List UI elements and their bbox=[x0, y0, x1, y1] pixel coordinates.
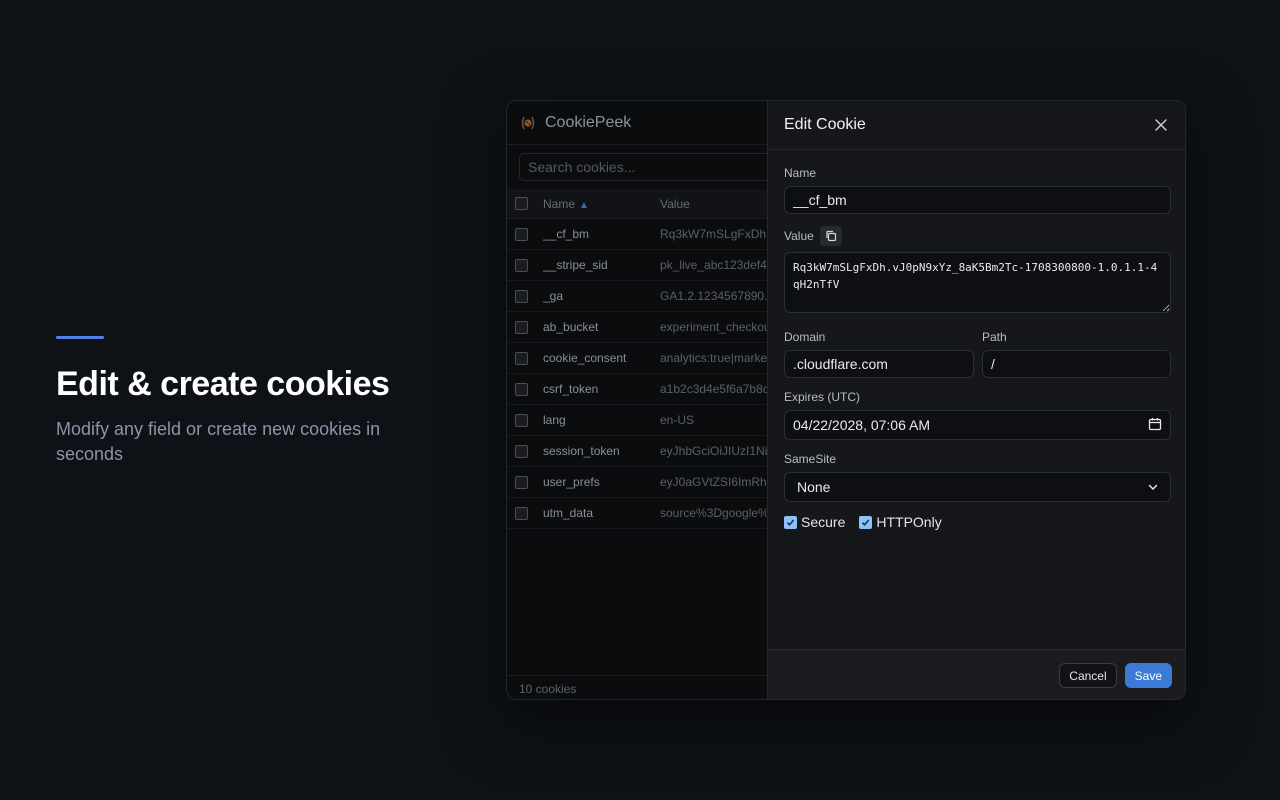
domain-field-group: Domain bbox=[784, 330, 974, 378]
domain-label: Domain bbox=[784, 330, 826, 344]
path-input[interactable] bbox=[982, 350, 1171, 378]
row-checkbox[interactable] bbox=[515, 444, 528, 458]
secure-checkbox[interactable] bbox=[784, 515, 797, 529]
drawer-header: Edit Cookie bbox=[768, 101, 1185, 150]
cookie-name-cell: ab_bucket bbox=[543, 320, 599, 334]
name-input[interactable] bbox=[784, 186, 1171, 214]
row-checkbox[interactable] bbox=[515, 382, 528, 396]
select-all-checkbox[interactable] bbox=[515, 197, 528, 210]
calendar-icon[interactable] bbox=[1148, 417, 1162, 434]
checkmark-icon bbox=[862, 519, 870, 526]
hero-section: Edit & create cookies Modify any field o… bbox=[56, 336, 436, 467]
name-label-text: Name bbox=[784, 166, 817, 180]
hero-subtitle: Modify any field or create new cookies i… bbox=[56, 419, 381, 464]
drawer-footer: Cancel Save bbox=[768, 649, 1185, 699]
cookie-name-cell: _ga bbox=[543, 289, 564, 303]
cookie-name-cell: __stripe_sid bbox=[543, 258, 608, 272]
samesite-label: SameSite bbox=[784, 452, 837, 466]
close-icon[interactable] bbox=[1151, 115, 1171, 135]
drawer-body: Name Value Rq3kW7mSLgFxDh.vJ0pN9xYz_8aK5… bbox=[768, 150, 1185, 530]
row-checkbox[interactable] bbox=[515, 351, 528, 365]
row-checkbox[interactable] bbox=[515, 475, 528, 489]
row-checkbox[interactable] bbox=[515, 227, 528, 241]
drawer-title: Edit Cookie bbox=[784, 116, 866, 133]
cancel-button[interactable]: Cancel bbox=[1059, 663, 1117, 688]
value-textarea[interactable]: Rq3kW7mSLgFxDh.vJ0pN9xYz_8aK5Bm2Tc-17083… bbox=[784, 252, 1171, 313]
name-field-group: Name bbox=[784, 166, 1171, 214]
hero-title: Edit & create cookies bbox=[56, 365, 390, 403]
httponly-checkbox[interactable] bbox=[859, 515, 873, 529]
edit-cookie-drawer: Edit Cookie Name Value Rq3kW7mSLgFxDh.vJ… bbox=[767, 101, 1185, 699]
column-header-name[interactable]: Name ▲ bbox=[543, 197, 660, 211]
path-field-group: Path bbox=[982, 330, 1171, 378]
expires-field-group: Expires (UTC) 04/22/2028, 07:06 AM bbox=[784, 390, 1171, 440]
app-name: CookiePeek bbox=[545, 113, 632, 131]
cookie-name-cell: session_token bbox=[543, 444, 620, 458]
flags-row: Secure HTTPOnly bbox=[784, 514, 1171, 530]
cookie-icon bbox=[519, 114, 537, 132]
value-field-group: Value Rq3kW7mSLgFxDh.vJ0pN9xYz_8aK5Bm2Tc… bbox=[784, 226, 1171, 318]
cookie-name-cell: csrf_token bbox=[543, 382, 599, 396]
httponly-checkbox-label[interactable]: HTTPOnly bbox=[859, 514, 942, 530]
cookie-name-cell: utm_data bbox=[543, 506, 594, 520]
secure-label: Secure bbox=[801, 514, 846, 530]
save-button[interactable]: Save bbox=[1124, 663, 1172, 688]
chevron-down-icon bbox=[1148, 479, 1158, 495]
extension-window: CookiePeek Name▲ Value __cf_bmRq3kW7mSLg… bbox=[506, 100, 1186, 700]
samesite-select[interactable]: None bbox=[784, 472, 1171, 502]
httponly-label: HTTPOnly bbox=[876, 514, 942, 530]
sort-ascending-icon: ▲ bbox=[579, 199, 589, 211]
copy-icon[interactable] bbox=[819, 226, 842, 246]
cookie-name-cell: __cf_bm bbox=[543, 227, 590, 241]
cookie-name-cell: cookie_consent bbox=[543, 351, 627, 365]
cookie-name-cell: user_prefs bbox=[543, 475, 600, 489]
hero-accent-bar bbox=[56, 336, 104, 339]
value-label: Value bbox=[784, 226, 1171, 246]
name-label: Name bbox=[784, 166, 1171, 180]
row-checkbox[interactable] bbox=[515, 506, 528, 520]
secure-checkbox-label[interactable]: Secure bbox=[784, 514, 845, 530]
cookie-name-cell: lang bbox=[543, 413, 566, 427]
value-label-text: Value bbox=[784, 229, 814, 243]
column-header-name-label: Name bbox=[543, 196, 576, 211]
row-checkbox[interactable] bbox=[515, 320, 528, 334]
row-checkbox[interactable] bbox=[515, 258, 528, 272]
samesite-value: None bbox=[797, 479, 831, 495]
row-checkbox[interactable] bbox=[515, 289, 528, 303]
domain-input[interactable] bbox=[784, 350, 974, 378]
cookie-count: 10 cookies bbox=[507, 675, 767, 699]
expires-input[interactable]: 04/22/2028, 07:06 AM bbox=[784, 410, 1171, 440]
expires-label: Expires (UTC) bbox=[784, 390, 861, 404]
path-label: Path bbox=[982, 330, 1007, 344]
row-checkbox[interactable] bbox=[515, 413, 528, 427]
expires-value: 04/22/2028, 07:06 AM bbox=[793, 417, 930, 433]
samesite-field-group: SameSite None bbox=[784, 452, 1171, 502]
domain-path-row: Domain Path bbox=[784, 330, 1171, 390]
checkmark-icon bbox=[786, 519, 795, 526]
